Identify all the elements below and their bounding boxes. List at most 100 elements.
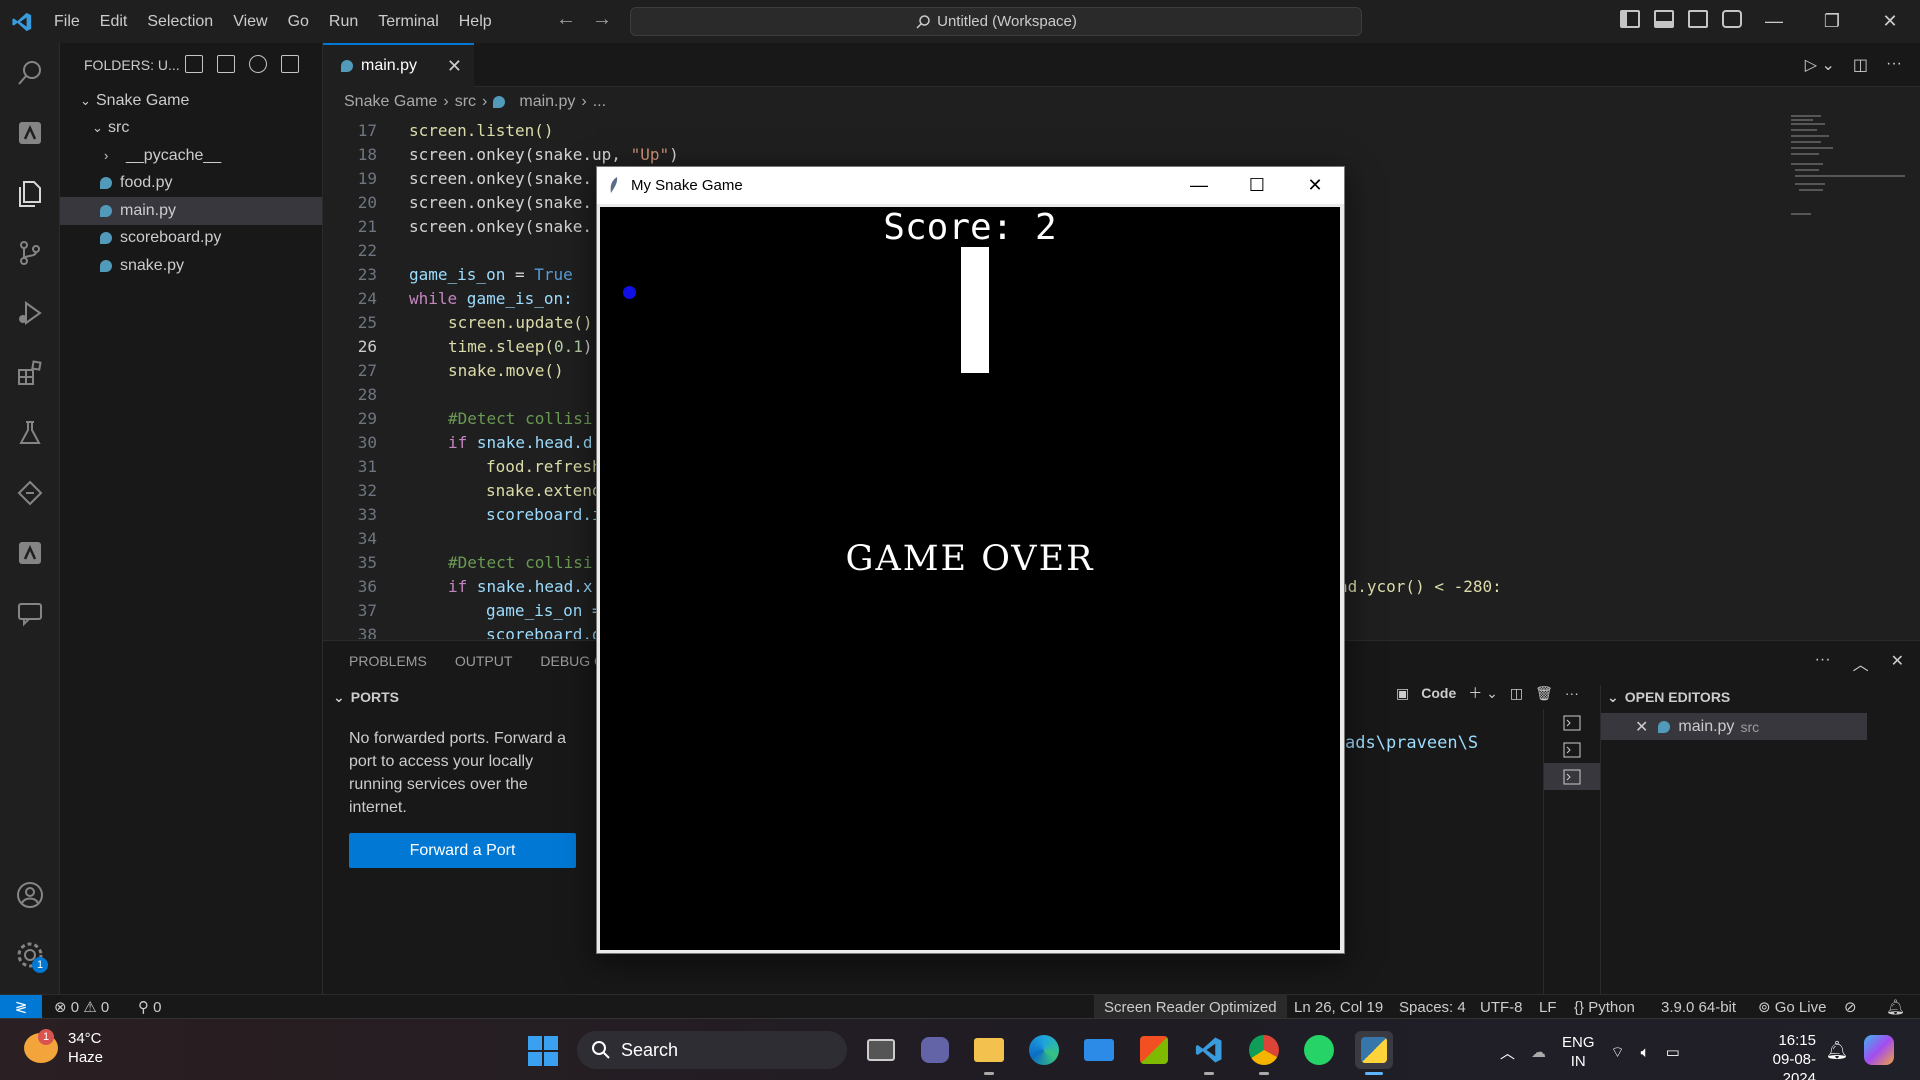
menu-view[interactable]: View (223, 0, 277, 43)
breadcrumb-item[interactable]: ... (593, 93, 606, 111)
command-center[interactable]: Untitled (Workspace) (630, 7, 1362, 36)
indentation[interactable]: Spaces: 4 (1399, 995, 1466, 1019)
breadcrumb-item[interactable]: Snake Game (344, 93, 437, 111)
terminal-instance-icon[interactable] (1544, 763, 1600, 790)
settings-gear-icon[interactable]: 1 (14, 939, 48, 973)
chat-icon[interactable] (14, 597, 46, 629)
maximize-panel-icon[interactable]: ︿ (1853, 651, 1869, 675)
weather-widget[interactable]: 1 34°C Haze (24, 1029, 103, 1067)
split-terminal-icon[interactable]: ◫ (1510, 685, 1523, 702)
copilot-icon[interactable]: ⊘ (1844, 995, 1857, 1019)
open-editor-item[interactable]: ✕ main.py src (1601, 713, 1867, 740)
language-mode[interactable]: {} Python (1574, 995, 1635, 1019)
cursor-position[interactable]: Ln 26, Col 19 (1294, 995, 1383, 1019)
new-file-icon[interactable] (185, 55, 203, 73)
menu-go[interactable]: Go (278, 0, 319, 43)
task-view-icon[interactable] (862, 1031, 900, 1069)
battery-icon[interactable]: ▭ (1666, 1043, 1680, 1061)
windows-start-icon[interactable] (528, 1036, 558, 1066)
mail-icon[interactable] (1080, 1031, 1118, 1069)
refresh-icon[interactable] (249, 55, 267, 73)
problems-indicator[interactable]: ⊗ 0 ⚠ 0 (54, 995, 109, 1019)
run-file-icon[interactable]: ▷ ⌄ (1805, 55, 1835, 75)
python-turtle-taskbar-icon[interactable] (1355, 1031, 1393, 1075)
vscode-taskbar-icon[interactable] (1190, 1031, 1228, 1075)
teams-chat-icon[interactable] (916, 1031, 954, 1069)
more-actions-icon[interactable]: ··· (1565, 685, 1579, 701)
system-clock[interactable]: 16:15 09-08-2024 (1740, 1031, 1816, 1080)
forward-arrow-icon[interactable]: → (592, 8, 612, 31)
show-hidden-icons-chevron-icon[interactable]: ︿ (1500, 1042, 1515, 1063)
copilot-taskbar-icon[interactable] (1862, 1033, 1896, 1067)
edge-browser-icon[interactable] (1025, 1031, 1063, 1069)
tab-output[interactable]: OUTPUT (455, 653, 513, 669)
tree-file-main[interactable]: main.py (60, 197, 322, 225)
toggle-primary-sidebar-icon[interactable] (1620, 10, 1640, 28)
go-live-button[interactable]: ⊚ Go Live (1758, 995, 1826, 1019)
forward-port-button[interactable]: Forward a Port (349, 833, 576, 868)
wifi-icon[interactable]: ⌔ (1611, 1043, 1625, 1062)
open-editors-header[interactable]: ⌄ OPEN EDITORS (1601, 685, 1920, 709)
more-actions-icon[interactable]: ··· (1815, 651, 1831, 675)
menu-edit[interactable]: Edit (90, 0, 138, 43)
terminal-output[interactable]: ads\praveen\S (1345, 733, 1478, 753)
terminal-instance-icon[interactable] (1544, 709, 1600, 736)
accounts-icon[interactable] (14, 879, 46, 911)
close-panel-icon[interactable]: ✕ (1891, 651, 1904, 675)
new-terminal-icon[interactable]: ＋ ⌄ (1468, 683, 1498, 703)
taskbar-search[interactable]: Search (577, 1031, 847, 1069)
screen-reader-status[interactable]: Screen Reader Optimized (1094, 995, 1287, 1019)
tool-extension-2-icon[interactable] (14, 537, 46, 569)
remote-indicator-icon[interactable]: ≷ (0, 995, 42, 1019)
tab-problems[interactable]: PROBLEMS (349, 653, 427, 669)
end-of-line[interactable]: LF (1539, 995, 1557, 1019)
menu-help[interactable]: Help (449, 0, 502, 43)
close-window-icon[interactable]: ✕ (1861, 0, 1919, 43)
tree-folder-src[interactable]: ⌄ src (60, 115, 322, 143)
maximize-icon[interactable]: ☐ (1228, 167, 1286, 204)
tree-folder-root[interactable]: ⌄ Snake Game (60, 87, 322, 115)
testing-flask-icon[interactable] (14, 417, 46, 449)
tab-main-py[interactable]: main.py ✕ (323, 43, 474, 87)
terminal-label[interactable]: Code (1421, 685, 1456, 701)
file-explorer-icon[interactable] (970, 1031, 1008, 1075)
collapse-all-icon[interactable] (281, 55, 299, 73)
more-actions-icon[interactable]: ··· (1886, 55, 1902, 75)
menu-file[interactable]: File (44, 0, 90, 43)
language-indicator[interactable]: ENG IN (1562, 1033, 1595, 1071)
close-icon[interactable]: ✕ (1635, 717, 1648, 737)
notification-center-icon[interactable]: 🔔︎ (1822, 1035, 1852, 1065)
minimize-icon[interactable]: — (1745, 0, 1803, 43)
source-control-icon[interactable] (14, 237, 46, 269)
encoding[interactable]: UTF-8 (1480, 995, 1523, 1019)
trash-icon[interactable]: 🗑 (1535, 685, 1553, 702)
breadcrumb-item[interactable]: src (455, 93, 476, 111)
python-interpreter[interactable]: 3.9.0 64-bit (1661, 995, 1736, 1019)
snake-game-window[interactable]: My Snake Game — ☐ ✕ Score: 2 GAME OVER (596, 166, 1345, 954)
whatsapp-icon[interactable] (1300, 1031, 1338, 1069)
explorer-icon[interactable] (14, 177, 46, 209)
close-window-icon[interactable]: ✕ (1286, 167, 1344, 204)
toggle-secondary-sidebar-icon[interactable] (1688, 10, 1708, 28)
split-editor-icon[interactable]: ◫ (1853, 55, 1868, 75)
tree-file-snake[interactable]: snake.py (60, 252, 322, 280)
notifications-bell-icon[interactable]: 🔔︎ (1886, 995, 1905, 1019)
new-folder-icon[interactable] (217, 55, 235, 73)
close-tab-icon[interactable]: ✕ (447, 56, 462, 77)
ports-section-header[interactable]: ⌄ PORTS (327, 685, 603, 709)
terminal-instance-icon[interactable] (1544, 736, 1600, 763)
microsoft-store-icon[interactable] (1135, 1031, 1173, 1069)
customize-layout-icon[interactable] (1722, 10, 1742, 28)
tree-folder-pycache[interactable]: › __pycache__ (60, 142, 322, 170)
minimap[interactable] (1783, 113, 1905, 643)
toggle-panel-icon[interactable] (1654, 10, 1674, 28)
tree-file-scoreboard[interactable]: scoreboard.py (60, 225, 322, 253)
game-canvas[interactable]: Score: 2 GAME OVER (600, 207, 1340, 950)
run-debug-icon[interactable] (14, 297, 46, 329)
onedrive-icon[interactable]: ☁ (1531, 1043, 1546, 1061)
remote-explorer-icon[interactable] (14, 477, 46, 509)
back-arrow-icon[interactable]: ← (556, 8, 576, 31)
minimize-icon[interactable]: — (1170, 167, 1228, 204)
menu-selection[interactable]: Selection (137, 0, 223, 43)
tool-extension-icon[interactable] (14, 117, 46, 149)
